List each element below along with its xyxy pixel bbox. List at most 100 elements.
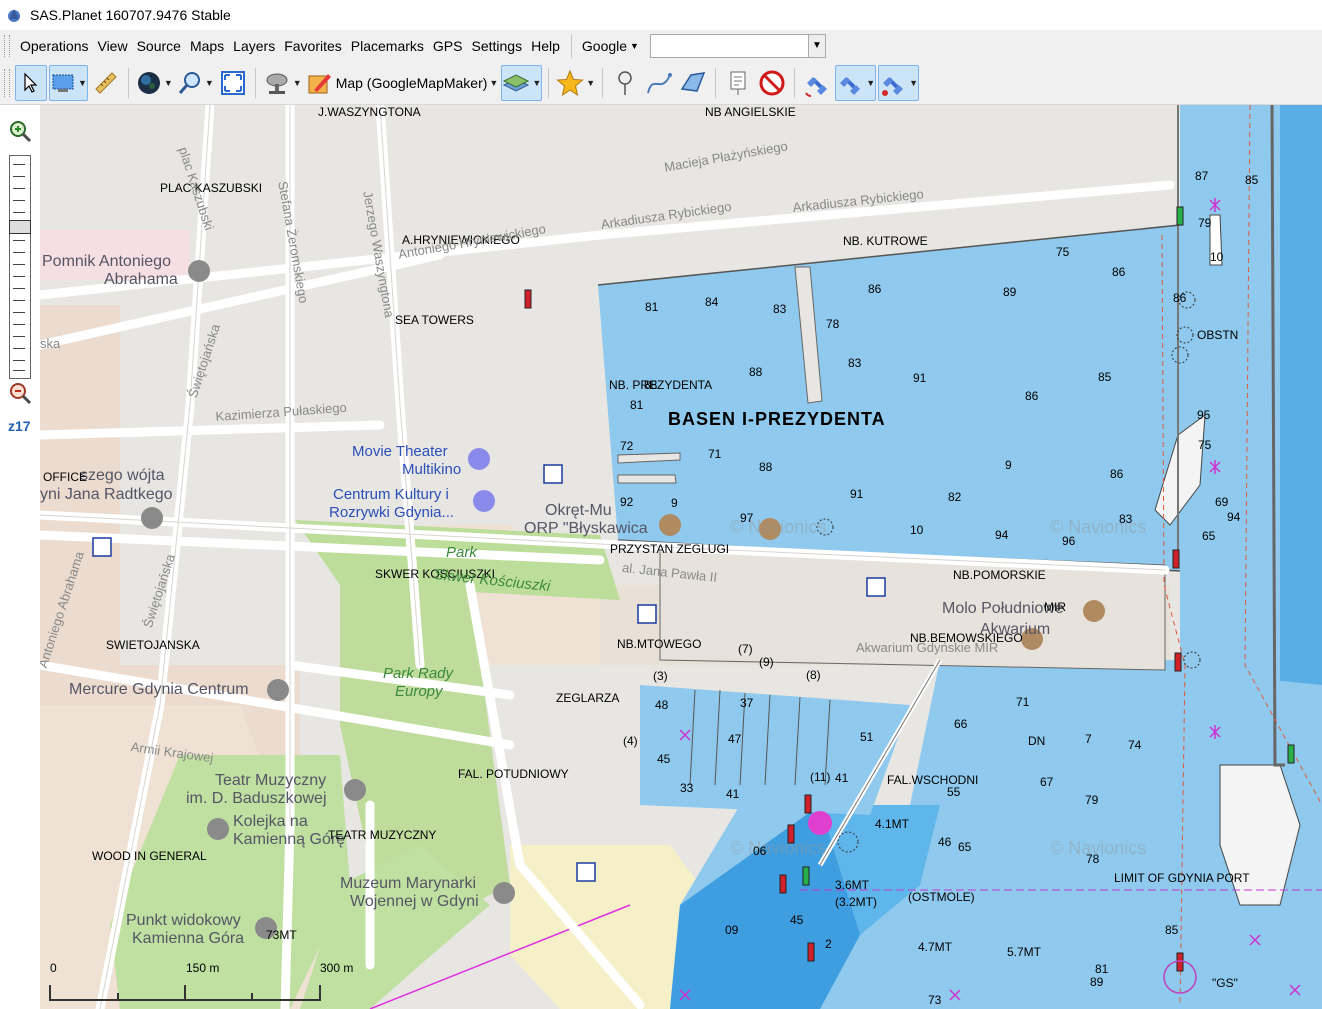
map-label: PLAC KASZUBSKI [160,181,263,195]
zoom-tool-button[interactable]: ▼ [176,65,215,101]
map-label: Rozrywki Gdynia... [329,504,455,521]
search-dropdown-button[interactable]: ▼ [807,35,825,57]
add-polygon-button[interactable] [677,65,709,101]
map-label: im. D. Baduszkowej [186,790,327,807]
chevron-down-icon: ▼ [630,41,639,51]
rectangle-select-icon [52,74,74,92]
depth-sounding: 47 [728,732,742,746]
map-label: Multikino [402,461,462,478]
depth-sounding: 78 [826,317,840,331]
map-label: FAL. POTUDNIOWY [458,767,569,781]
depth-sounding: (11) [810,770,831,784]
depth-sounding: 75 [1056,245,1070,259]
depth-sounding: 33 [680,781,694,795]
zoom-slider[interactable] [9,155,31,379]
move-tool-button[interactable] [15,65,47,101]
basin-title: BASEN I-PREZYDENTA [668,409,886,429]
depth-sounding: 9 [671,496,678,510]
map-pencil-icon [308,74,331,94]
map-label: 73MT [266,928,297,942]
menu-operations[interactable]: Operations [16,38,92,54]
map-label: TEATR MUZYCZNY [328,828,437,842]
depth-sounding: 75 [1198,438,1212,452]
menu-source[interactable]: Source [133,38,185,54]
menu-settings[interactable]: Settings [468,38,527,54]
zoom-slider-thumb[interactable] [9,220,31,234]
add-path-button[interactable] [643,65,675,101]
map-label: (OSTMOLE) [908,890,975,904]
fullscreen-button[interactable] [217,65,249,101]
map-label: © Navionics [730,838,827,858]
depth-sounding: 87 [1195,169,1209,183]
satellite-source-button[interactable]: ▼ [262,65,303,101]
gps-track-button[interactable]: ▼ [835,65,877,101]
zoom-in-icon[interactable] [8,119,32,143]
map-label: SEA TOWERS [395,313,474,327]
search-engine-selector[interactable]: Google ▼ [578,38,643,54]
depth-sounding: 41 [835,771,849,785]
toolbar-grip[interactable] [4,35,10,57]
depth-sounding: 86 [1112,265,1126,279]
satellite-icon [882,77,904,96]
menu-placemarks[interactable]: Placemarks [347,38,428,54]
map-label: 3.6MT [835,878,870,892]
depth-sounding: 83 [848,356,862,370]
favorites-button[interactable]: ▼ [555,65,596,101]
map-label: FAL.WSCHODNI [887,773,979,787]
depth-sounding: 92 [620,495,634,509]
chevron-down-icon: ▼ [78,78,87,88]
chevron-down-icon: ▼ [489,78,499,88]
polygon-icon [680,72,706,92]
placemark-list-button[interactable] [722,65,754,101]
map-label: OBSTN [1197,328,1239,342]
title-bar: SAS.Planet 160707.9476 Stable [0,0,1322,30]
ruler-tool-button[interactable] [90,65,122,101]
depth-sounding: (9) [759,655,774,669]
menu-bar: Operations View Source Maps Layers Favor… [0,30,1322,62]
menu-layers[interactable]: Layers [229,38,279,54]
menu-gps[interactable]: GPS [429,38,467,54]
depth-sounding: 96 [1062,534,1076,548]
map-label: MIR [1044,600,1066,614]
depth-sounding: 65 [1202,529,1216,543]
depth-sounding: 73 [928,993,942,1007]
menu-maps[interactable]: Maps [186,38,228,54]
layers-icon [503,74,530,92]
depth-sounding: 66 [954,717,968,731]
depth-sounding: 85 [1165,923,1179,937]
zoom-out-icon[interactable] [8,381,32,405]
gps-center-button[interactable]: ▼ [878,65,920,101]
fullscreen-icon [220,71,245,95]
pin-icon [618,71,632,95]
map-label: "GS" [1212,976,1238,990]
placemark-list-icon [730,71,746,95]
map-label: NB. PREZYDENTA [609,378,713,392]
menu-view[interactable]: View [93,38,131,54]
hide-placemarks-button[interactable] [756,65,788,101]
search-input[interactable]: ▼ [649,34,826,58]
map-source-button[interactable]: Map (GoogleMapMaker) ▼ [305,65,500,101]
toolbar-grip[interactable] [4,69,10,97]
selection-tool-button[interactable]: ▼ [49,65,88,101]
depth-sounding: 78 [1086,852,1100,866]
layers-button[interactable]: ▼ [501,65,543,101]
gps-connect-button[interactable] [801,65,833,101]
satellite-dish-icon [266,73,288,94]
depth-sounding: 85 [1245,173,1259,187]
depth-sounding: 81 [630,398,644,412]
depth-sounding: 69 [1215,495,1229,509]
map-label: 5.7MT [1007,945,1042,959]
menu-favorites[interactable]: Favorites [280,38,346,54]
menu-help[interactable]: Help [527,38,564,54]
globe-button[interactable]: ▼ [135,65,174,101]
map-canvas[interactable]: BASEN I-PREZYDENTA J.WASZYNGTONA NB ANGIE… [40,105,1322,1009]
map-label: SWIETOJANSKA [106,638,200,652]
app-icon [8,9,20,22]
magnifier-icon [178,72,200,94]
depth-sounding: 86 [868,282,882,296]
map-label: Teatr Muzyczny [215,772,327,789]
map-label: Europy [395,683,443,700]
chevron-down-icon: ▼ [163,78,173,88]
add-point-button[interactable] [609,65,641,101]
chevron-down-icon: ▼ [292,78,302,88]
